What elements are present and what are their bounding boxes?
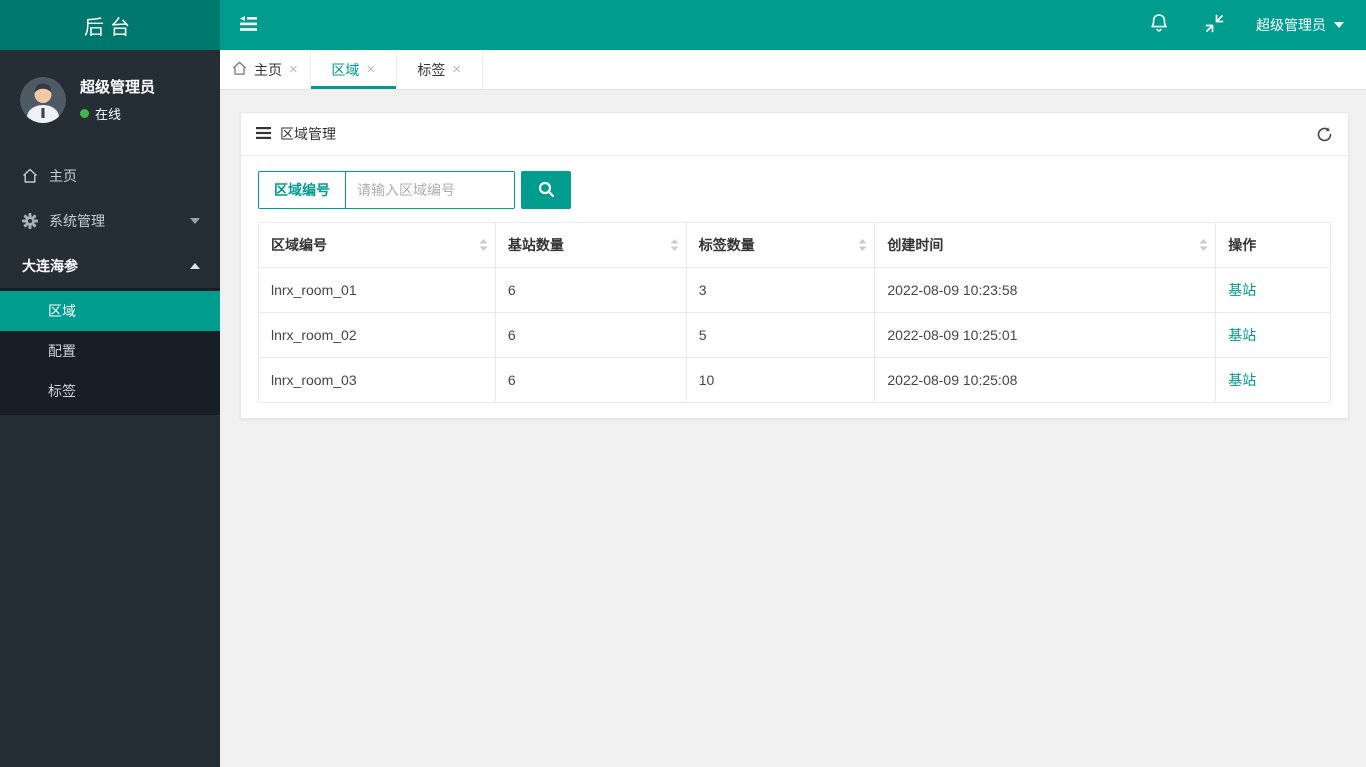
cell-station-count: 6 xyxy=(494,357,687,403)
search-row: 区域编号 xyxy=(241,156,1348,222)
sort-icon[interactable] xyxy=(1199,239,1208,251)
chevron-down-icon xyxy=(1334,22,1344,28)
tab-label: 区域 xyxy=(331,61,360,78)
cell-tag-count: 10 xyxy=(685,357,876,403)
chevron-down-icon xyxy=(190,217,200,224)
table-row: lnrx_room_02 6 5 2022-08-09 10:25:01 基站 xyxy=(258,312,1331,358)
sidebar-item-tag[interactable]: 标签 xyxy=(0,371,220,411)
list-icon xyxy=(256,126,271,142)
column-header-tag-count[interactable]: 标签数量 xyxy=(685,222,876,268)
sidebar-item-system-management[interactable]: 系统管理 xyxy=(0,198,220,243)
region-table: 区域编号 基站数量 标签数量 创建时间 操作 lnrx_room_01 6 3 … xyxy=(258,222,1331,403)
user-menu-label: 超级管理员 xyxy=(1256,17,1326,33)
column-header-actions: 操作 xyxy=(1215,222,1331,268)
station-link[interactable]: 基站 xyxy=(1228,327,1256,343)
cell-created-time: 2022-08-09 10:23:58 xyxy=(874,267,1217,313)
sort-icon[interactable] xyxy=(479,239,488,251)
submenu-item-label: 标签 xyxy=(48,383,76,399)
table-row: lnrx_room_01 6 3 2022-08-09 10:23:58 基站 xyxy=(258,267,1331,313)
sidebar-item-config[interactable]: 配置 xyxy=(0,331,220,371)
tab-label: 标签 xyxy=(417,61,446,78)
sidebar-item-home[interactable]: 主页 xyxy=(0,153,220,198)
cell-actions: 基站 xyxy=(1215,312,1331,358)
gear-icon xyxy=(22,212,49,229)
search-input-group: 区域编号 xyxy=(258,171,515,209)
region-management-panel: 区域管理 区域编号 请输入区域编号 区域编号 基站数量 标签数量 创建时间 操作… xyxy=(240,112,1349,419)
submenu-item-label: 区域 xyxy=(48,303,76,319)
app-logo: 后台 xyxy=(0,0,220,50)
sidebar-item-dalian-haishen[interactable]: 大连海参 xyxy=(0,243,220,288)
cell-tag-count: 5 xyxy=(685,312,876,358)
cell-region-id: lnrx_room_02 xyxy=(258,312,496,358)
station-link[interactable]: 基站 xyxy=(1228,282,1256,298)
tab-home[interactable]: 主页 × xyxy=(220,50,311,89)
column-header-region-id[interactable]: 区域编号 xyxy=(258,222,496,268)
tab-tag[interactable]: 标签 × xyxy=(396,50,483,89)
cell-created-time: 2022-08-09 10:25:08 xyxy=(874,357,1217,403)
main-area: 主页 × 区域 × 标签 × 区域管理 区域编号 请输入区域编号 区域编号 基站… xyxy=(220,50,1366,767)
search-field-selector[interactable]: 区域编号 xyxy=(259,172,346,208)
sidebar-item-label: 系统管理 xyxy=(49,212,105,229)
search-button[interactable] xyxy=(521,171,571,209)
tab-region[interactable]: 区域 × xyxy=(310,50,397,89)
close-icon[interactable]: × xyxy=(452,62,461,77)
sort-icon[interactable] xyxy=(670,239,679,251)
home-icon xyxy=(22,168,49,184)
cell-region-id: lnrx_room_01 xyxy=(258,267,496,313)
content-area: 区域管理 区域编号 请输入区域编号 区域编号 基站数量 标签数量 创建时间 操作… xyxy=(220,90,1366,766)
home-icon xyxy=(232,61,247,79)
sidebar-toggle-button[interactable] xyxy=(220,0,278,50)
station-link[interactable]: 基站 xyxy=(1228,372,1256,388)
panel-header: 区域管理 xyxy=(241,113,1348,156)
user-status-label: 在线 xyxy=(95,107,122,122)
cell-actions: 基站 xyxy=(1215,267,1331,313)
user-name: 超级管理员 xyxy=(80,79,156,96)
tab-bar: 主页 × 区域 × 标签 × xyxy=(220,50,1366,90)
user-meta: 超级管理员 在线 xyxy=(80,76,155,123)
avatar xyxy=(20,76,66,123)
cell-station-count: 6 xyxy=(494,267,687,313)
chevron-up-icon xyxy=(190,262,200,269)
sidebar-item-label: 主页 xyxy=(49,167,77,184)
online-dot-icon xyxy=(80,109,89,118)
sidebar-user-panel: 超级管理员 在线 xyxy=(0,50,220,153)
close-icon[interactable]: × xyxy=(289,62,298,77)
user-status: 在线 xyxy=(80,104,155,123)
sidebar-submenu: 区域 配置 标签 xyxy=(0,288,220,415)
cell-actions: 基站 xyxy=(1215,357,1331,403)
table-header-row: 区域编号 基站数量 标签数量 创建时间 操作 xyxy=(258,222,1331,268)
cell-region-id: lnrx_room_03 xyxy=(258,357,496,403)
sort-icon[interactable] xyxy=(858,239,867,251)
tab-label: 主页 xyxy=(254,61,282,78)
cell-tag-count: 3 xyxy=(685,267,876,313)
close-icon[interactable]: × xyxy=(366,62,375,77)
refresh-button[interactable] xyxy=(1316,126,1333,143)
notifications-button[interactable] xyxy=(1131,0,1187,50)
sidebar: 超级管理员 在线 主页 系统管理 大连海参 区域 配置 标签 xyxy=(0,50,220,767)
bell-icon xyxy=(1149,13,1169,37)
table-wrap: 区域编号 基站数量 标签数量 创建时间 操作 lnrx_room_01 6 3 … xyxy=(241,222,1348,418)
fullscreen-toggle-button[interactable] xyxy=(1187,0,1242,50)
search-icon xyxy=(537,180,555,201)
column-header-created-time[interactable]: 创建时间 xyxy=(874,222,1217,268)
sidebar-item-label: 大连海参 xyxy=(22,257,78,274)
screen-restore-icon xyxy=(1205,14,1224,36)
panel-title: 区域管理 xyxy=(280,126,336,142)
submenu-item-label: 配置 xyxy=(48,343,76,359)
sidebar-collapse-icon xyxy=(239,15,259,35)
top-header: 后台 超级管理员 xyxy=(0,0,1366,50)
search-input[interactable] xyxy=(346,172,514,208)
table-row: lnrx_room_03 6 10 2022-08-09 10:25:08 基站 xyxy=(258,357,1331,403)
column-header-station-count[interactable]: 基站数量 xyxy=(494,222,687,268)
cell-created-time: 2022-08-09 10:25:01 xyxy=(874,312,1217,358)
user-menu[interactable]: 超级管理员 xyxy=(1242,0,1366,50)
cell-station-count: 6 xyxy=(494,312,687,358)
sidebar-item-region[interactable]: 区域 xyxy=(0,291,220,331)
